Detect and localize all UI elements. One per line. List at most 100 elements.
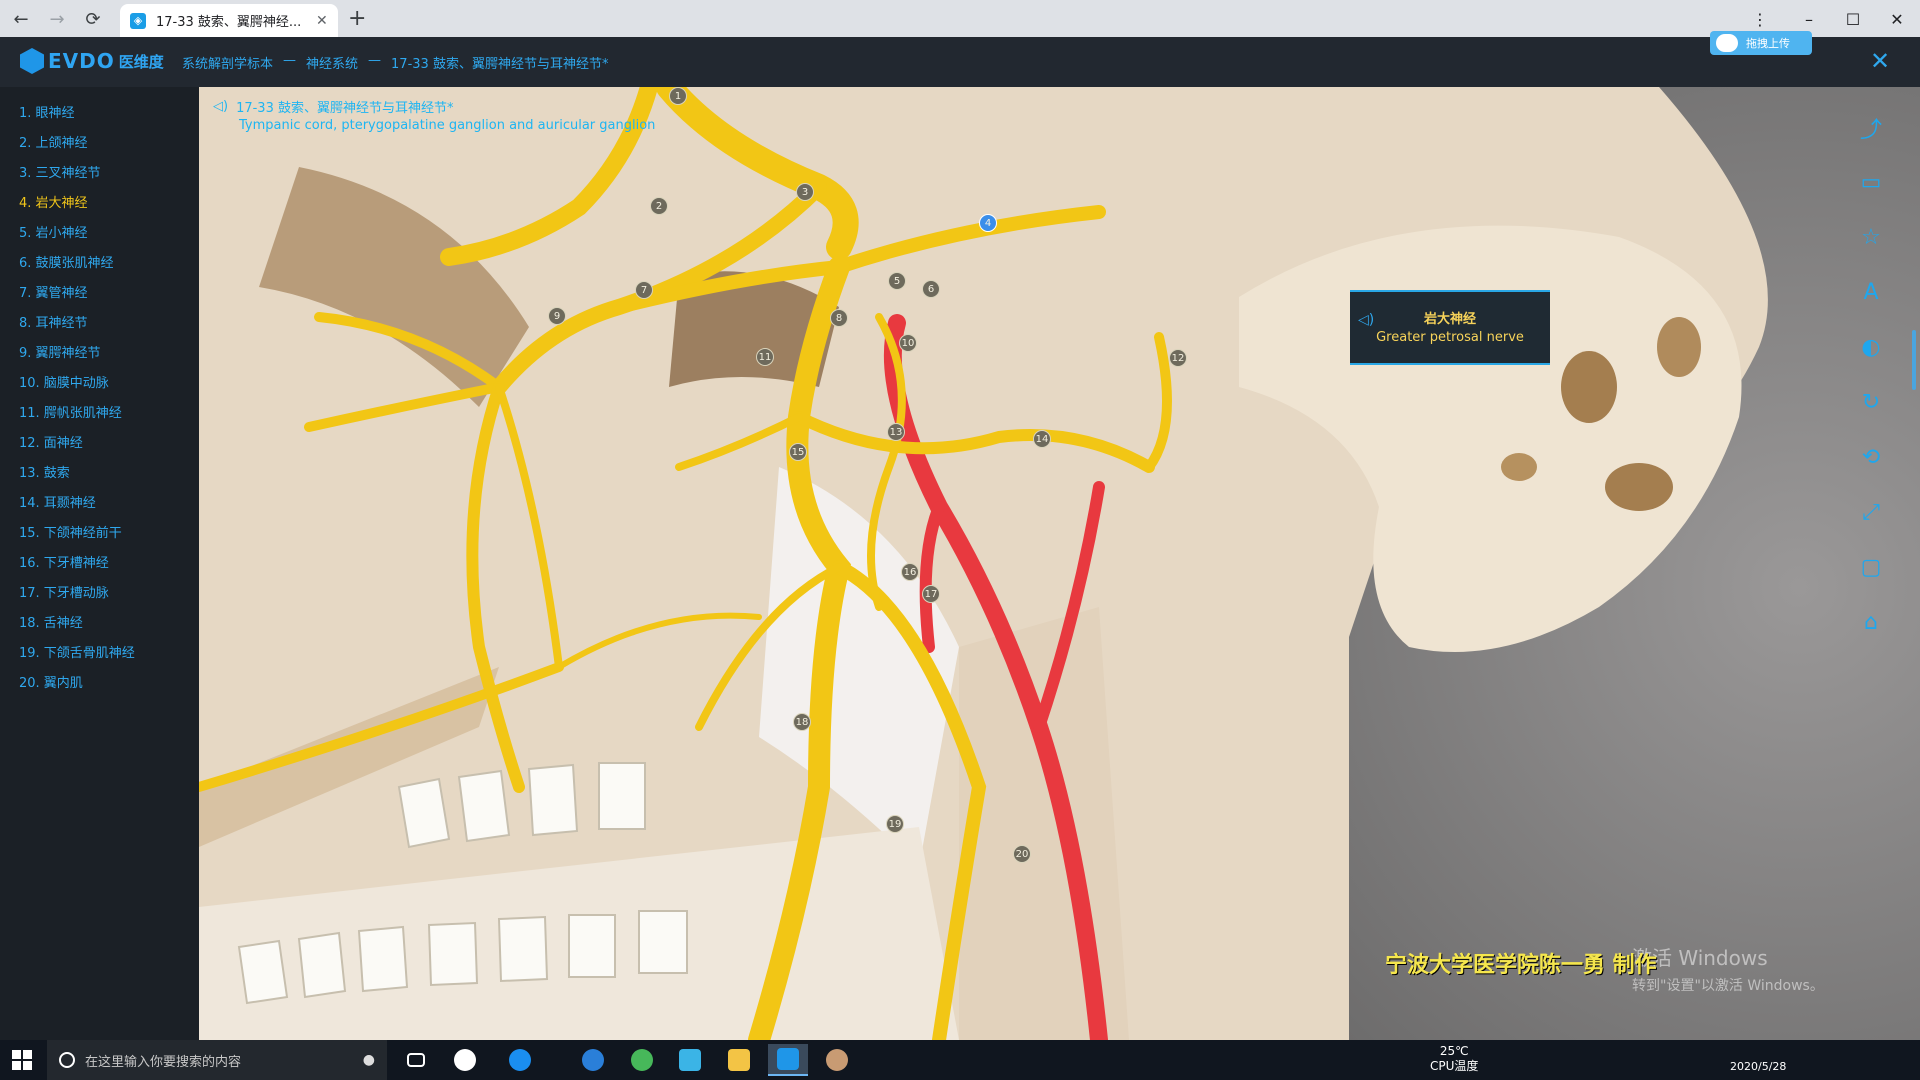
reload-button[interactable]: ⟳ — [80, 6, 106, 32]
close-window-button[interactable]: ✕ — [1882, 6, 1912, 32]
sidebar-structure-item[interactable]: 18. 舌神经 — [0, 609, 199, 639]
sidebar-structure-item[interactable]: 14. 耳颞神经 — [0, 489, 199, 519]
screen-icon[interactable]: ▭ — [1845, 155, 1897, 210]
sidebar-structure-item[interactable]: 15. 下颌神经前干 — [0, 519, 199, 549]
sidebar-structure-item[interactable]: 13. 鼓索 — [0, 459, 199, 489]
annotation-pin[interactable]: 2 — [650, 197, 668, 215]
share-icon[interactable]: ⤴ — [1845, 100, 1897, 155]
annotation-pin[interactable]: 6 — [922, 280, 940, 298]
sidebar-structure-item[interactable]: 10. 脑膜中动脉 — [0, 369, 199, 399]
maximize-button[interactable]: ☐ — [1838, 6, 1868, 32]
cpu-temp-widget[interactable]: 25℃ CPU温度 — [1430, 1044, 1478, 1074]
browser-chrome: ← → ⟳ ◈ 17-33 鼓索、翼腭神经... ✕ + ⋮ – ☐ ✕ — [0, 0, 1920, 37]
sidebar-structure-item[interactable]: 2. 上颌神经 — [0, 129, 199, 159]
annotation-pin[interactable]: 1 — [669, 87, 687, 105]
minimize-button[interactable]: – — [1794, 6, 1824, 32]
browser-tab[interactable]: ◈ 17-33 鼓索、翼腭神经... ✕ — [120, 4, 338, 37]
annotation-pin[interactable]: 14 — [1033, 430, 1051, 448]
home-icon[interactable]: ⌂ — [1845, 595, 1897, 650]
sidebar-structure-item[interactable]: 17. 下牙槽动脉 — [0, 579, 199, 609]
evdo-app-icon[interactable] — [768, 1044, 808, 1076]
browser-icon[interactable] — [622, 1044, 662, 1076]
sidebar-structure-item[interactable]: 4. 岩大神经 — [0, 189, 199, 219]
reset-icon[interactable]: ⟲ — [1845, 430, 1897, 485]
palette-icon[interactable]: ◐ — [1845, 320, 1897, 375]
sidebar-structure-item[interactable]: 7. 翼管神经 — [0, 279, 199, 309]
brand-name-cn: 医维度 — [118, 52, 164, 71]
speaker-icon[interactable]: ◁) — [213, 99, 228, 114]
3d-viewport[interactable]: ◁) 17-33 鼓索、翼腭神经节与耳神经节* Tympanic cord, pt… — [199, 87, 1920, 1040]
sidebar-structure-item[interactable]: 16. 下牙槽神经 — [0, 549, 199, 579]
rotate-icon[interactable]: ↻ — [1845, 375, 1897, 430]
app-icon[interactable] — [445, 1044, 485, 1076]
ie-browser-icon[interactable] — [500, 1044, 540, 1076]
new-tab-button[interactable]: + — [348, 6, 366, 31]
annotation-pin[interactable]: 17 — [922, 585, 940, 603]
annotation-pin[interactable]: 11 — [756, 348, 774, 366]
tooltip-title-cn: 岩大神经 — [1423, 312, 1476, 327]
annotation-pin[interactable]: 5 — [888, 272, 906, 290]
windows-start-icon[interactable] — [12, 1050, 32, 1070]
breadcrumb-item[interactable]: 神经系统 — [306, 53, 358, 72]
cloud-icon — [1716, 34, 1738, 52]
credit-text: 宁波大学医学院陈一勇 制作 — [1385, 952, 1657, 978]
upload-button[interactable]: 拖拽上传 — [1710, 31, 1812, 55]
scroll-indicator[interactable] — [1912, 330, 1916, 390]
breadcrumb-item[interactable]: 系统解剖学标本 — [182, 53, 273, 72]
breadcrumb-separator: — — [368, 53, 382, 68]
breadcrumb-separator: — — [283, 53, 297, 68]
sidebar-structure-item[interactable]: 9. 翼腭神经节 — [0, 339, 199, 369]
search-placeholder: 在这里输入你要搜索的内容 — [85, 1054, 242, 1070]
comment-icon[interactable]: ▢ — [1845, 540, 1897, 595]
annotation-pin[interactable]: 18 — [793, 713, 811, 731]
upload-label: 拖拽上传 — [1746, 37, 1790, 50]
annotation-pin[interactable]: 3 — [796, 183, 814, 201]
annotation-pin[interactable]: 19 — [886, 815, 904, 833]
microphone-icon[interactable]: ● — [363, 1052, 375, 1068]
cpu-temp-label: CPU温度 — [1430, 1059, 1479, 1073]
sidebar-structure-item[interactable]: 20. 翼内肌 — [0, 669, 199, 699]
model-title-en: Tympanic cord, pterygopalatine ganglion … — [239, 118, 656, 133]
annotation-pin[interactable]: 16 — [901, 563, 919, 581]
sidebar-structure-item[interactable]: 19. 下颌舌骨肌神经 — [0, 639, 199, 669]
file-explorer-icon[interactable] — [719, 1044, 759, 1076]
forward-button[interactable]: → — [44, 6, 70, 32]
annotation-pin[interactable]: 20 — [1013, 845, 1031, 863]
media-player-icon[interactable] — [670, 1044, 710, 1076]
browser-menu-button[interactable]: ⋮ — [1745, 6, 1775, 32]
specimen-scene[interactable] — [199, 87, 1920, 1040]
fullscreen-icon[interactable]: ⤢ — [1845, 485, 1897, 540]
annotation-pin[interactable]: 4 — [979, 214, 997, 232]
sidebar-structure-item[interactable]: 5. 岩小神经 — [0, 219, 199, 249]
tab-title: 17-33 鼓索、翼腭神经... — [156, 15, 302, 30]
sidebar-structure-item[interactable]: 1. 眼神经 — [0, 99, 199, 129]
tab-close-icon[interactable]: ✕ — [316, 13, 328, 29]
sidebar-structure-item[interactable]: 12. 面神经 — [0, 429, 199, 459]
close-viewer-button[interactable]: ✕ — [1870, 47, 1890, 75]
clock-date[interactable]: 2020/5/28 — [1730, 1060, 1786, 1073]
annotation-pin[interactable]: 15 — [789, 443, 807, 461]
tab-favicon-icon: ◈ — [130, 12, 146, 29]
task-view-icon[interactable] — [396, 1044, 436, 1076]
evdo-logo: EVDO 医维度 — [20, 48, 164, 74]
tooltip-title-en: Greater petrosal nerve — [1376, 330, 1524, 345]
taskbar-search-box[interactable]: 在这里输入你要搜索的内容 ● — [47, 1040, 387, 1080]
back-button[interactable]: ← — [8, 6, 34, 32]
sidebar-structure-item[interactable]: 3. 三叉神经节 — [0, 159, 199, 189]
annotation-pin[interactable]: 12 — [1169, 349, 1187, 367]
annotation-pin[interactable]: 9 — [548, 307, 566, 325]
model-title: ◁) 17-33 鼓索、翼腭神经节与耳神经节* Tympanic cord, pt… — [213, 97, 655, 133]
star-icon[interactable]: ☆ — [1845, 210, 1897, 265]
brand-name: EVDO — [48, 49, 115, 73]
font-size-icon[interactable]: A — [1845, 265, 1897, 320]
sidebar-structure-item[interactable]: 8. 耳神经节 — [0, 309, 199, 339]
annotation-pin[interactable]: 8 — [830, 309, 848, 327]
sidebar-structure-item[interactable]: 11. 腭帆张肌神经 — [0, 399, 199, 429]
annotation-pin[interactable]: 10 — [899, 334, 917, 352]
edge-icon[interactable] — [573, 1044, 613, 1076]
app-icon[interactable] — [817, 1044, 857, 1076]
watermark-line2: 转到"设置"以激活 Windows。 — [1632, 978, 1824, 994]
annotation-pin[interactable]: 13 — [887, 423, 905, 441]
sidebar-structure-item[interactable]: 6. 鼓膜张肌神经 — [0, 249, 199, 279]
annotation-pin[interactable]: 7 — [635, 281, 653, 299]
